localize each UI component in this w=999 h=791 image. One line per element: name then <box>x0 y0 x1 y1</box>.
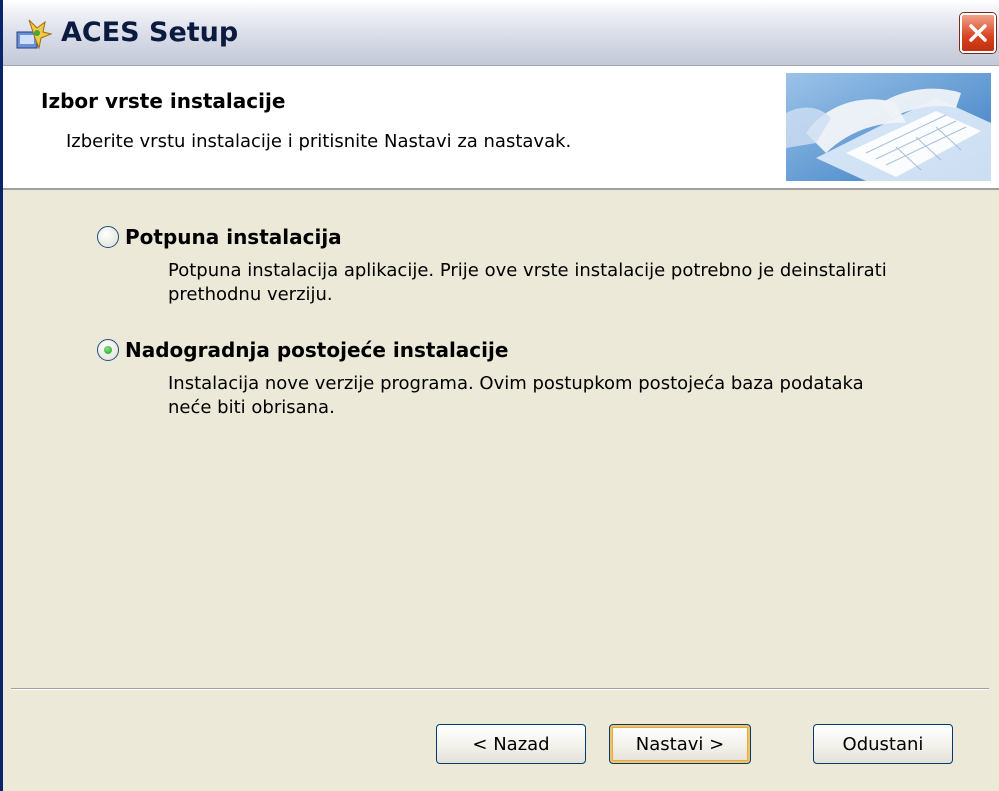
description-line: Potpuna instalacija aplikacije. Prije ov… <box>168 260 887 281</box>
wizard-header: Izbor vrste instalacije Izberite vrstu i… <box>3 66 999 190</box>
setup-installer-icon <box>15 18 53 52</box>
description-line: prethodnu verziju. <box>168 284 333 305</box>
cancel-button[interactable]: Odustani <box>813 724 953 764</box>
description-line: neće biti obrisana. <box>168 397 335 418</box>
footer-divider <box>11 688 989 690</box>
close-button[interactable] <box>960 13 996 53</box>
option-full-install[interactable]: Potpuna instalacija <box>97 225 342 249</box>
description-line: Instalacija nove verzije programa. Ovim … <box>168 373 864 394</box>
radio-upgrade-install[interactable] <box>97 339 119 361</box>
keyboard-typing-image <box>786 73 991 181</box>
option-description: Potpuna instalacija aplikacije. Prije ov… <box>168 259 948 307</box>
option-label[interactable]: Nadogradnja postojeće instalacije <box>125 338 508 362</box>
back-button[interactable]: < Nazad <box>436 724 586 764</box>
setup-window: ACES Setup Izbor vrste instalacije Izber… <box>0 0 999 791</box>
title-bar[interactable]: ACES Setup <box>3 0 999 66</box>
option-description: Instalacija nove verzije programa. Ovim … <box>168 372 948 420</box>
install-type-options: Potpuna instalacija Potpuna instalacija … <box>3 190 999 690</box>
window-title: ACES Setup <box>61 17 239 48</box>
page-title: Izbor vrste instalacije <box>41 89 286 113</box>
next-button[interactable]: Nastavi > <box>609 724 751 764</box>
option-upgrade-install[interactable]: Nadogradnja postojeće instalacije <box>97 338 508 362</box>
radio-full-install[interactable] <box>97 226 119 248</box>
close-icon <box>969 24 987 42</box>
page-subtitle: Izberite vrstu instalacije i pritisnite … <box>66 131 572 152</box>
option-label[interactable]: Potpuna instalacija <box>125 225 342 249</box>
